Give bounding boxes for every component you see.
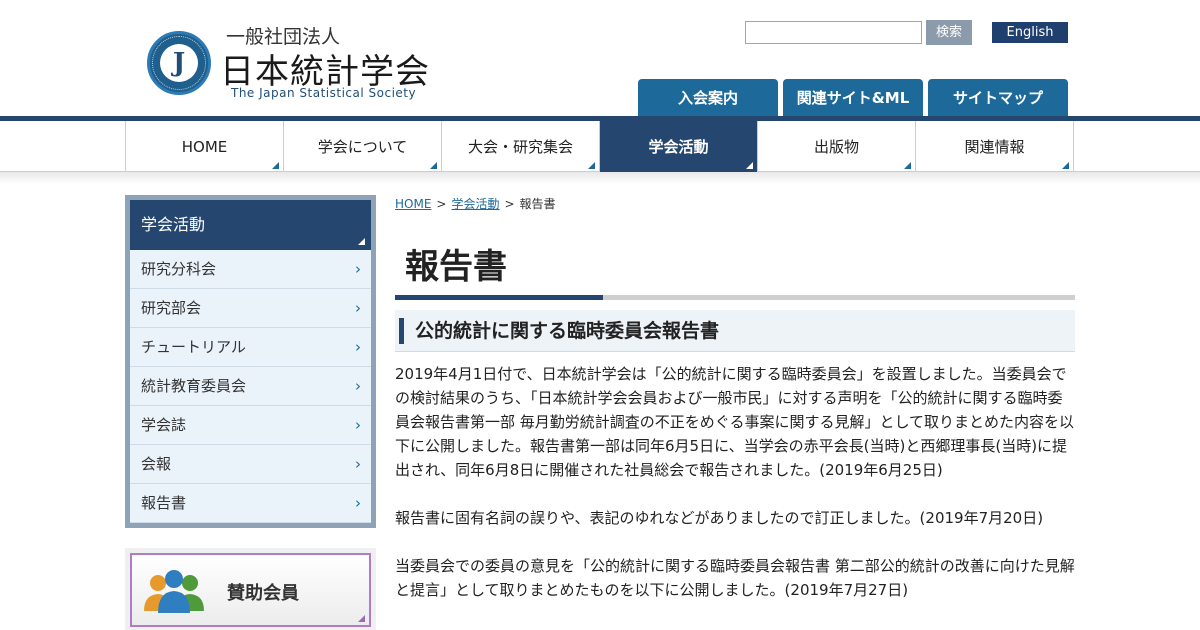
- breadcrumb-separator: >: [504, 197, 515, 211]
- sidebar-item-newsletter[interactable]: 会報 ›: [130, 445, 371, 484]
- body-paragraph: 当委員会での委員の意見を「公的統計に関する臨時委員会報告書 第二部公的統計の改善…: [395, 557, 1075, 599]
- global-nav: HOME 学会について 大会・研究集会 学会活動 出版物 関連情報: [0, 121, 1200, 172]
- english-button[interactable]: English: [992, 22, 1068, 43]
- sidebar-item-education-committee[interactable]: 統計教育委員会 ›: [130, 367, 371, 406]
- breadcrumb-parent-link[interactable]: 学会活動: [451, 197, 499, 211]
- breadcrumb-separator: >: [436, 197, 447, 211]
- chevron-right-icon: ›: [355, 260, 361, 278]
- section-heading: 公的統計に関する臨時委員会報告書: [395, 310, 1075, 352]
- nav-home[interactable]: HOME: [125, 121, 283, 172]
- sidebar-item-label: 会報: [141, 455, 172, 473]
- sidebar-item-label: 学会誌: [141, 416, 187, 434]
- nav-meetings[interactable]: 大会・研究集会: [441, 121, 599, 172]
- nav-divider: [1073, 121, 1074, 172]
- chevron-right-icon: ›: [355, 338, 361, 356]
- breadcrumb-home-link[interactable]: HOME: [395, 197, 431, 211]
- corner-triangle-icon: [746, 162, 753, 169]
- sponsor-banner: 賛助会員: [125, 548, 376, 630]
- site-header: J 一般社団法人 日本統計学会 The Japan Statistical So…: [0, 0, 1200, 117]
- chevron-right-icon: ›: [355, 416, 361, 434]
- chevron-right-icon: ›: [355, 455, 361, 473]
- nav-shadow: [0, 172, 1200, 184]
- section-heading-text: 公的統計に関する臨時委員会報告書: [415, 320, 720, 342]
- emblem-j-letter: J: [160, 44, 198, 82]
- body-paragraph: 2019年4月1日付で、日本統計学会は「公的統計に関する臨時委員会」を設置しまし…: [395, 365, 1075, 479]
- util-tab-membership[interactable]: 入会案内: [638, 79, 778, 117]
- nav-related-info[interactable]: 関連情報: [915, 121, 1073, 172]
- sidebar-item-label: 報告書: [141, 494, 187, 512]
- sidebar-menu: 学会活動 研究分科会 › 研究部会 › チュートリアル › 統計教育委員会 › 学会誌 ›…: [125, 195, 376, 528]
- sidebar-item-label: 統計教育委員会: [141, 377, 247, 395]
- logo-english-name: The Japan Statistical Society: [231, 86, 417, 100]
- body-paragraph: 報告書に固有名詞の誤りや、表記のゆれなどがありましたので訂正しました。(2019…: [395, 509, 1044, 527]
- corner-triangle-icon: [272, 162, 279, 169]
- jss-logo-emblem[interactable]: J: [147, 31, 211, 95]
- nav-label: 出版物: [813, 138, 859, 156]
- search-input[interactable]: [745, 21, 922, 44]
- corner-triangle-icon: [1062, 162, 1069, 169]
- sidebar-item-label: 研究部会: [141, 299, 202, 317]
- nav-label: 大会・研究集会: [467, 138, 573, 156]
- corner-triangle-icon: [358, 238, 365, 245]
- chevron-right-icon: ›: [355, 377, 361, 395]
- nav-label: HOME: [181, 138, 228, 156]
- util-tab-related-sites[interactable]: 関連サイト&ML: [783, 79, 923, 117]
- nav-about[interactable]: 学会について: [283, 121, 441, 172]
- corner-triangle-icon: [430, 162, 437, 169]
- page-title: 報告書: [405, 247, 507, 287]
- title-rule: [395, 295, 1075, 300]
- sidebar-heading[interactable]: 学会活動: [130, 200, 371, 250]
- sidebar-item-journal[interactable]: 学会誌 ›: [130, 406, 371, 445]
- corner-triangle-icon: [904, 162, 911, 169]
- title-rule-accent: [395, 295, 603, 300]
- sidebar-heading-label: 学会活動: [141, 215, 206, 234]
- people-icon: [144, 570, 204, 613]
- nav-publications[interactable]: 出版物: [757, 121, 915, 172]
- breadcrumb: HOME > 学会活動 > 報告書: [395, 195, 1075, 213]
- corner-triangle-icon: [588, 162, 595, 169]
- sidebar-item-tutorial[interactable]: チュートリアル ›: [130, 328, 371, 367]
- sidebar-item-research-sections[interactable]: 研究分科会 ›: [130, 250, 371, 289]
- nav-label: 学会について: [317, 138, 408, 156]
- search-button[interactable]: 検索: [926, 20, 972, 45]
- corner-triangle-icon: [358, 615, 365, 622]
- nav-label: 関連情報: [964, 138, 1025, 156]
- util-tab-sitemap[interactable]: サイトマップ: [928, 79, 1068, 117]
- sponsor-members-button[interactable]: 賛助会員: [130, 553, 371, 627]
- heading-bar: [399, 318, 404, 344]
- nav-activities[interactable]: 学会活動: [599, 121, 757, 172]
- nav-label: 学会活動: [648, 138, 709, 156]
- chevron-right-icon: ›: [355, 299, 361, 317]
- sponsor-label: 賛助会員: [227, 583, 299, 604]
- chevron-right-icon: ›: [355, 494, 361, 512]
- sidebar-item-label: 研究分科会: [141, 260, 217, 278]
- main-content: HOME > 学会活動 > 報告書 報告書 公的統計に関する臨時委員会報告書 2019年…: [395, 195, 1075, 602]
- sidebar-item-label: チュートリアル: [141, 338, 246, 356]
- sidebar-item-reports[interactable]: 報告書 ›: [130, 484, 371, 523]
- sidebar-item-research-divisions[interactable]: 研究部会 ›: [130, 289, 371, 328]
- breadcrumb-current: 報告書: [519, 197, 556, 211]
